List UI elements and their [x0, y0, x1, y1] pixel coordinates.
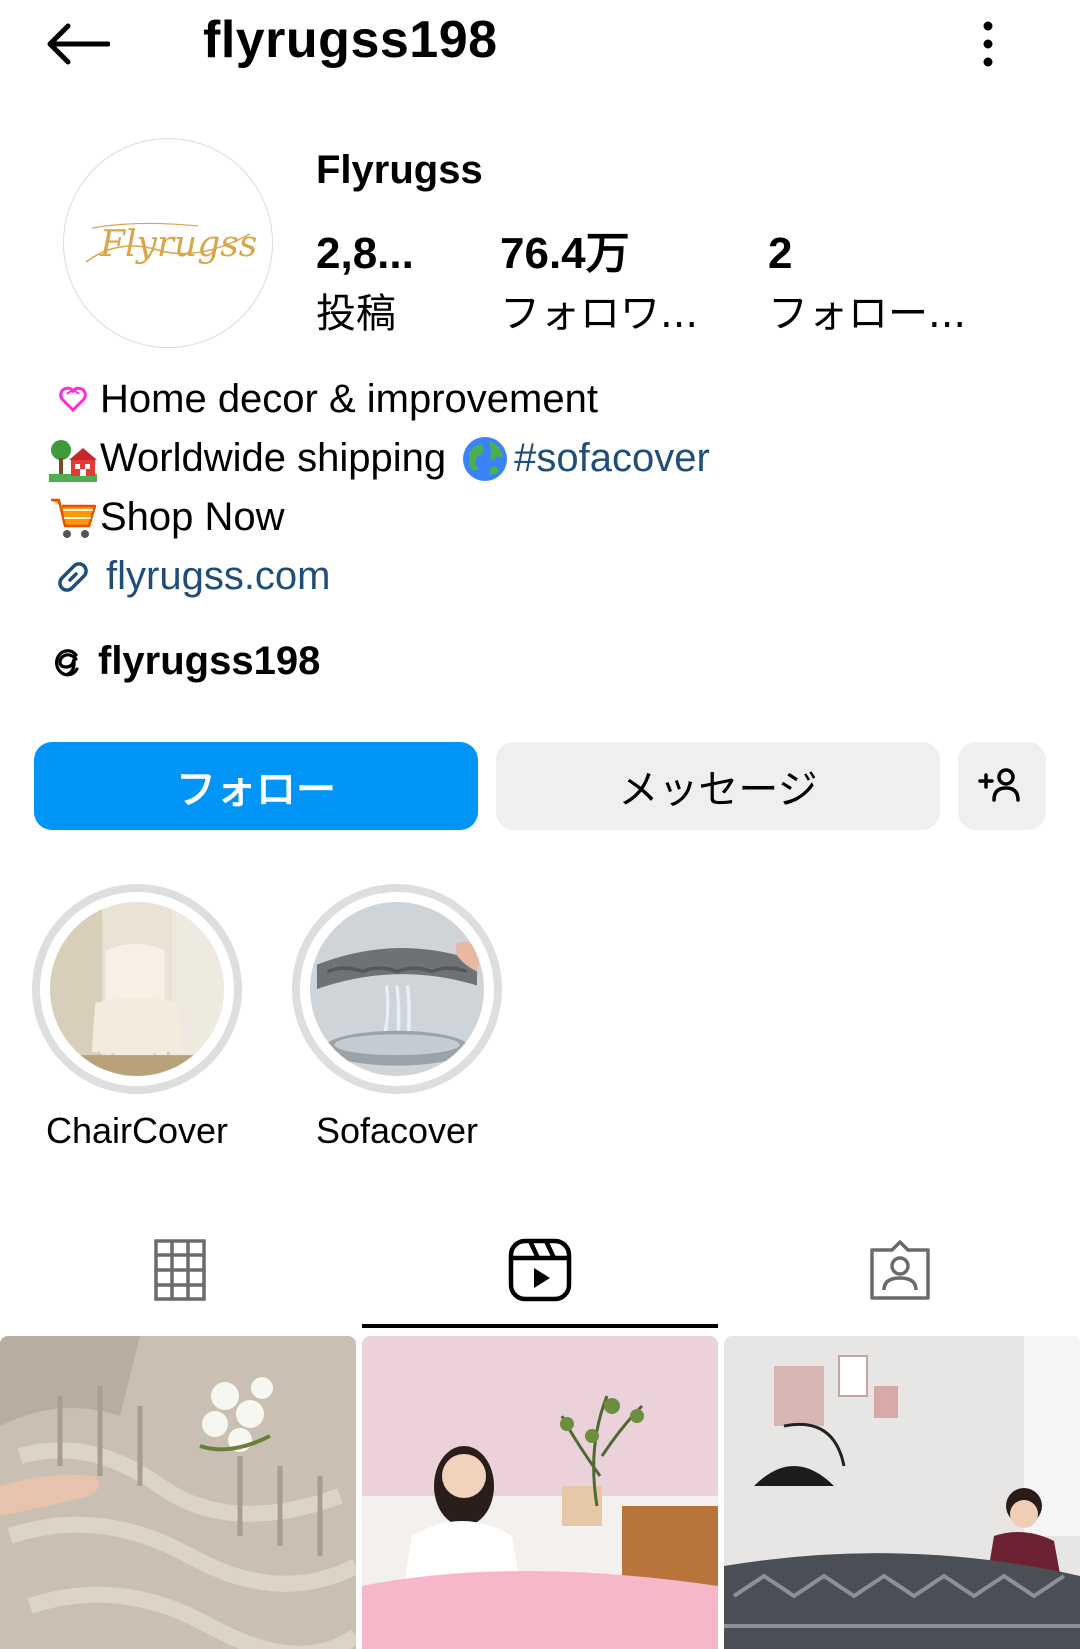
bio-line-3: Shop Now: [48, 488, 1048, 547]
followers-label: フォロワ...: [500, 291, 699, 337]
add-person-icon: [978, 768, 1020, 802]
highlight-chaircover-image: [50, 902, 224, 1076]
avatar-logo-text: Flyrugss: [99, 224, 257, 265]
more-vertical-icon: [983, 21, 993, 67]
active-tab-indicator: [362, 1324, 718, 1328]
website-link[interactable]: flyrugss.com: [48, 547, 1048, 606]
followers-count: 76.4万: [500, 229, 630, 278]
reel-thumbnail[interactable]: [362, 1336, 718, 1649]
shopping-cart-emoji: [48, 493, 98, 543]
link-icon: [48, 552, 98, 602]
bio-line-2: Worldwide shipping #sofacover: [48, 429, 1048, 488]
threads-icon: [55, 649, 79, 677]
message-button[interactable]: メッセージ: [496, 742, 940, 830]
reels-grid: [0, 1336, 1080, 1649]
highlight-sofacover-label: Sofacover: [315, 1110, 479, 1151]
profile-bio: Home decor & improvement Worldwide shipp…: [48, 370, 1048, 606]
bio-line-2-text: Worldwide shipping: [100, 436, 447, 480]
sofacover-hashtag-link[interactable]: #sofacover: [514, 429, 710, 488]
reels-icon: [508, 1238, 572, 1302]
bio-line-3-text: Shop Now: [100, 495, 285, 539]
following-stat[interactable]: 2 フォロー...: [768, 228, 966, 342]
reel-thumbnail[interactable]: [0, 1336, 356, 1649]
arrow-left-icon: [47, 23, 110, 65]
tab-reels[interactable]: [360, 1210, 720, 1330]
more-options-button[interactable]: [966, 14, 1010, 74]
tagged-icon: [870, 1240, 930, 1300]
grid-icon: [154, 1239, 206, 1301]
following-label: フォロー...: [768, 291, 967, 337]
highlight-ring: [292, 884, 502, 1094]
top-bar: flyrugss198: [0, 0, 1080, 90]
threads-handle: flyrugss198: [98, 638, 321, 683]
profile-username-title: flyrugss198: [203, 11, 498, 69]
threads-badge[interactable]: flyrugss198: [46, 636, 320, 686]
double-heart-emoji: [48, 375, 98, 425]
flyrugss-logo: Flyrugss: [85, 222, 257, 265]
follow-button[interactable]: フォロー: [34, 742, 478, 830]
website-link-text[interactable]: flyrugss.com: [106, 547, 331, 606]
profile-avatar[interactable]: Flyrugss: [63, 138, 273, 348]
suggest-users-button[interactable]: [958, 742, 1046, 830]
highlight-sofacover[interactable]: Sofacover: [292, 884, 502, 1152]
following-count: 2: [768, 229, 793, 278]
highlight-chaircover-label: ChairCover: [45, 1110, 229, 1151]
highlight-sofacover-image: [310, 902, 484, 1076]
globe-emoji: [460, 434, 510, 484]
house-with-tree-emoji: [48, 434, 98, 484]
highlight-ring: [32, 884, 242, 1094]
tab-tagged[interactable]: [720, 1210, 1080, 1330]
posts-label: 投稿: [316, 291, 396, 337]
bio-line-1: Home decor & improvement: [48, 370, 1048, 429]
tab-posts-grid[interactable]: [0, 1210, 360, 1330]
bio-line-1-text: Home decor & improvement: [100, 377, 598, 421]
profile-tabs: [0, 1210, 1080, 1330]
back-button[interactable]: [40, 14, 114, 74]
posts-count: 2,8...: [316, 229, 414, 278]
posts-stat[interactable]: 2,8... 投稿: [316, 228, 414, 342]
display-name: Flyrugss: [316, 148, 483, 192]
followers-stat[interactable]: 76.4万 フォロワ...: [500, 228, 698, 342]
highlight-chaircover[interactable]: ChairCover: [32, 884, 242, 1152]
reel-thumbnail[interactable]: [724, 1336, 1080, 1649]
